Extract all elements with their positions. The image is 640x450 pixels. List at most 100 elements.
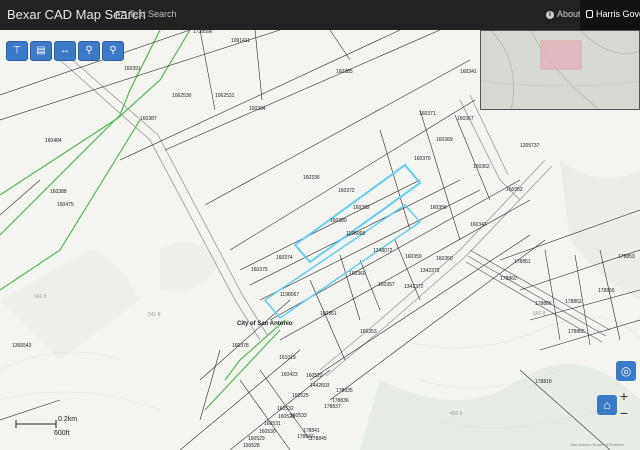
parcel-label: 178860 <box>500 276 517 282</box>
parcel-label: 178856 <box>598 288 615 294</box>
parcel-label: 160371 <box>419 111 436 117</box>
overview-extent <box>540 40 582 70</box>
parcel-label: 160385 <box>336 69 353 75</box>
faint-label: 450 ft <box>450 411 463 417</box>
overview-svg <box>481 31 639 109</box>
parcel-label: 160370 <box>414 156 431 162</box>
harris-icon <box>586 10 593 18</box>
harris-govern-link[interactable]: Harris Govern <box>580 0 640 30</box>
scale-bar: 0.2km 600ft <box>14 414 84 444</box>
parcel-label: 160382 <box>353 205 370 211</box>
parcel-label: 160522 <box>306 373 323 379</box>
parcel-label: 160484 <box>45 138 62 144</box>
parcel-label: 178862 <box>565 299 582 305</box>
parcel-label: 178865 <box>568 329 585 335</box>
parcel-label: 1342373 <box>420 268 440 274</box>
location-pin-icon: ⚲ <box>85 45 93 56</box>
target-icon: ◎ <box>620 364 632 378</box>
parcel-label: 160378 <box>232 343 249 349</box>
layers-button[interactable]: ⊤ <box>6 41 28 61</box>
measure-button[interactable]: ↔ <box>54 41 76 61</box>
text-search-label: Text Search <box>129 9 177 19</box>
parcel-label: 160388 <box>50 189 67 195</box>
text-search-link[interactable]: Text Search <box>116 9 177 19</box>
locate-button[interactable]: ⚲ <box>78 41 100 61</box>
parcel-label: 160350 <box>436 256 453 262</box>
parcel-label: 1248072 <box>373 248 393 254</box>
parcel-label: 160528 <box>243 443 260 449</box>
parcel-label: 160359 <box>405 254 422 260</box>
parcel-label: 160532 <box>277 406 294 412</box>
measure-icon: ↔ <box>60 45 70 56</box>
parcel-label: 160374 <box>276 255 293 261</box>
scale-ft: 600ft <box>54 430 70 437</box>
overview-map[interactable] <box>480 30 640 110</box>
search-button[interactable]: ⚲ <box>102 41 124 61</box>
parcel-label: 160533 <box>290 413 307 419</box>
parcel-label: 160423 <box>281 372 298 378</box>
parcel-label: 178845 <box>310 436 327 442</box>
parcel-label: 1342372 <box>404 284 424 290</box>
parcel-label: 160352 <box>506 187 523 193</box>
zoom-in-button[interactable]: + <box>614 388 634 404</box>
scale-km: 0.2km <box>58 416 77 423</box>
parcel-label: 1198067 <box>280 292 299 298</box>
parcel-label: 1062530 <box>172 93 192 99</box>
harris-label: Harris Govern <box>596 9 640 19</box>
parcel-label: 160525 <box>292 393 309 399</box>
basemap-button[interactable]: ▤ <box>30 41 52 61</box>
parcel-label: 160357 <box>378 282 395 288</box>
locate-me-button[interactable]: ◎ <box>616 361 636 381</box>
parcel-label: 178837 <box>324 404 341 410</box>
attribution: San Antonio Board of Realtors <box>570 442 624 447</box>
parcel-label: 1366543 <box>12 343 32 349</box>
parcel-label: 160362 <box>473 164 490 170</box>
parcel-label: 160356 <box>430 205 447 211</box>
parcel-label: 160361 <box>320 311 337 317</box>
map-icon: ▤ <box>36 45 46 56</box>
parcel-label: 160347 <box>470 222 487 228</box>
parcel-label: 178866 <box>535 301 552 307</box>
scale-svg: 0.2km 600ft <box>15 416 77 437</box>
parcel-label: 160369 <box>436 137 453 143</box>
text-search-icon <box>116 10 126 19</box>
parcel-label: 178853 <box>618 254 635 260</box>
city-label: City of San Antonio <box>237 321 293 327</box>
faint-label: 541 ft <box>34 294 47 300</box>
parcel-label: 160367 <box>457 116 474 122</box>
parcel-label: 160475 <box>57 202 74 208</box>
parcel-label: 160360 <box>349 271 366 277</box>
parcel-label: 1198068 <box>346 231 365 237</box>
parcel-label: 160336 <box>303 175 320 181</box>
home-icon: ⌂ <box>603 398 611 412</box>
parcel-label: 160529 <box>248 436 265 442</box>
layers-icon: ⊤ <box>12 45 22 56</box>
faint-label: 541 ft <box>148 312 161 318</box>
parcel-label: 160353 <box>360 329 377 335</box>
parcel-label: 160380 <box>330 218 347 224</box>
info-icon: i <box>546 10 554 19</box>
zoom-out-button[interactable]: − <box>614 405 634 421</box>
parcel-label: 1062531 <box>215 93 235 99</box>
parcel-label: 160391 <box>124 66 141 72</box>
parcel-label: 160530 <box>259 429 276 435</box>
about-label: About <box>557 9 581 19</box>
parcel-label: 160372 <box>338 188 355 194</box>
about-link[interactable]: i About <box>546 9 581 19</box>
parcel-label: 160387 <box>140 116 157 122</box>
search-icon: ⚲ <box>109 45 117 56</box>
parcel-label: 161019 <box>279 355 296 361</box>
parcel-label: 160375 <box>251 267 268 273</box>
parcel-label: 160341 <box>460 69 477 75</box>
parcel-label: 1442603 <box>310 383 330 389</box>
parcel-label: 178818 <box>535 379 552 385</box>
faint-label: 660 ft <box>533 311 546 317</box>
parcel-label: 1205737 <box>520 143 540 149</box>
parcel-label: 1738596 <box>193 30 213 35</box>
parcel-label: 178861 <box>514 259 531 265</box>
navbar: Bexar CAD Map Search Text Search i About … <box>0 0 640 30</box>
parcel-label: 178835 <box>336 388 353 394</box>
parcel-label: 1091411 <box>231 38 250 44</box>
parcel-label: 160384 <box>249 106 266 112</box>
parcel-label: 160531 <box>264 421 281 427</box>
